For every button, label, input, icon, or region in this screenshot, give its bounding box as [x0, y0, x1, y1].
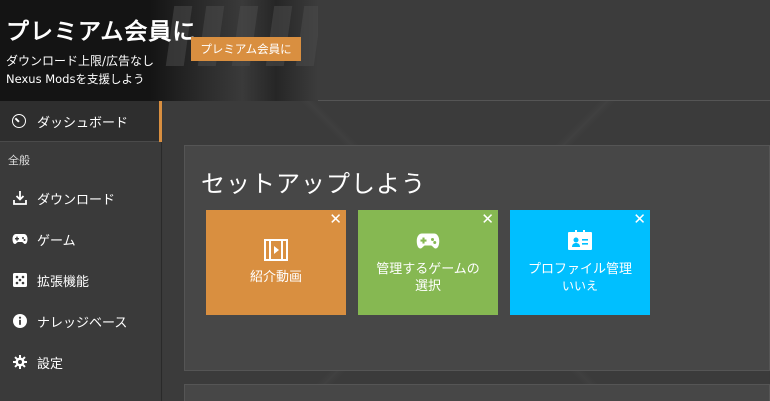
dismiss-card-button[interactable]: ✕: [633, 212, 646, 227]
sidebar-item-downloads[interactable]: ダウンロード: [0, 180, 162, 216]
setup-panel: セットアップしよう ✕ 紹介動画 ✕ 管理するゲームの 選択 ✕ プロファイル管…: [184, 145, 770, 371]
banner-line-2: Nexus Modsを支援しよう: [6, 72, 145, 86]
sidebar-item-knowledge-base[interactable]: ナレッジベース: [0, 303, 162, 339]
gamepad-icon: [12, 231, 28, 247]
sidebar-item-label: ナレッジベース: [37, 315, 128, 331]
card-select-games[interactable]: ✕ 管理するゲームの 選択: [358, 210, 498, 315]
card-label: 紹介動画: [249, 270, 302, 285]
banner-line-1: ダウンロード上限/広告なし: [6, 54, 155, 68]
sidebar-item-label: ダウンロード: [37, 192, 116, 208]
go-premium-button[interactable]: プレミアム会員に: [191, 37, 301, 61]
dismiss-card-button[interactable]: ✕: [329, 212, 342, 227]
sidebar-item-games[interactable]: ゲーム: [0, 221, 162, 257]
dismiss-card-button[interactable]: ✕: [481, 212, 494, 227]
sidebar-item-label: 拡張機能: [37, 274, 90, 290]
gamepad-icon: [416, 232, 440, 254]
sidebar: ダッシュボード 全般 ダウンロード ゲーム 拡張機能 ナレッジベース 設定: [0, 101, 162, 401]
sidebar-item-dashboard[interactable]: ダッシュボード: [0, 101, 162, 142]
page-title: セットアップしよう: [201, 170, 426, 198]
premium-banner: プレミアム会員に ダウンロード上限/広告なし Nexus Modsを支援しよう …: [0, 0, 318, 101]
card-label: 管理するゲームの: [376, 262, 480, 277]
extensions-icon: [12, 272, 28, 288]
secondary-panel: [184, 384, 770, 401]
card-label: プロファイル管理: [527, 262, 632, 277]
banner-title: プレミアム会員に: [6, 19, 197, 45]
info-icon: [12, 313, 28, 329]
section-header-general: 全般: [8, 154, 30, 167]
card-profile-management[interactable]: ✕ プロファイル管理 いいえ: [510, 210, 650, 315]
sidebar-item-label: ゲーム: [37, 233, 76, 249]
card-label-line-2: 選択: [414, 279, 441, 294]
active-indicator: [159, 101, 162, 142]
film-icon: [264, 238, 288, 266]
sidebar-item-extensions[interactable]: 拡張機能: [0, 262, 162, 298]
top-bar: [318, 0, 770, 101]
profile-card-icon: [568, 230, 592, 254]
sidebar-item-label: 設定: [37, 356, 64, 372]
card-intro-video[interactable]: ✕ 紹介動画: [206, 210, 346, 315]
download-icon: [12, 190, 28, 206]
gear-icon: [12, 354, 28, 370]
sidebar-item-label: ダッシュボード: [37, 115, 129, 131]
sidebar-item-settings[interactable]: 設定: [0, 344, 162, 380]
dashboard-icon: [12, 114, 26, 128]
card-status: いいえ: [561, 279, 598, 293]
